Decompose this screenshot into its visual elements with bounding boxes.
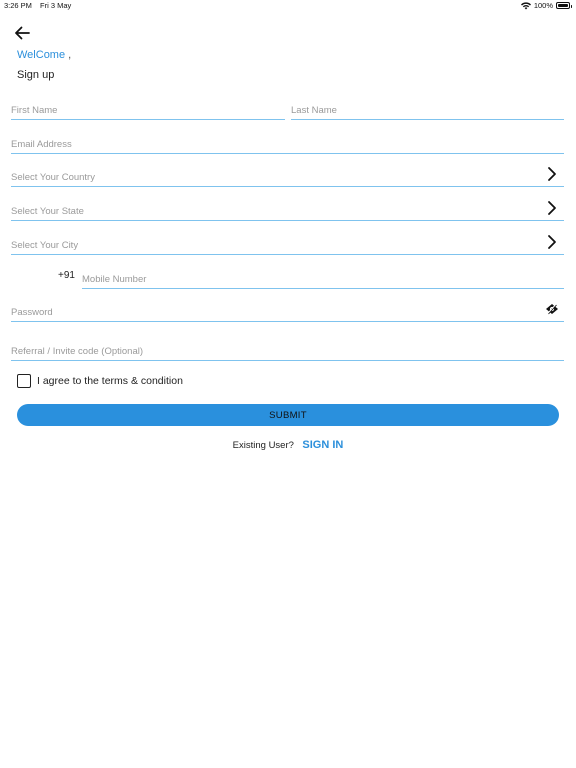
email-field <box>11 134 564 154</box>
battery-icon <box>556 2 572 9</box>
phone-prefix: +91 <box>58 270 75 281</box>
email-input[interactable] <box>11 139 564 150</box>
chevron-right-icon[interactable] <box>546 166 558 182</box>
first-name-input[interactable] <box>11 105 285 116</box>
state-select[interactable] <box>11 206 564 217</box>
status-bar-left: 3:26 PM Fri 3 May <box>4 1 71 10</box>
existing-user-text: Existing User? <box>232 440 294 451</box>
status-bar-right: 100% <box>520 1 572 10</box>
password-input[interactable] <box>11 307 564 318</box>
chevron-right-icon[interactable] <box>546 234 558 250</box>
terms-checkbox[interactable] <box>17 374 31 388</box>
sign-in-link[interactable]: SIGN IN <box>302 439 343 451</box>
welcome-comma: , <box>68 49 72 61</box>
first-name-field <box>11 100 285 120</box>
mobile-field <box>82 268 564 289</box>
last-name-input[interactable] <box>291 105 564 116</box>
city-select[interactable] <box>11 240 564 251</box>
state-field <box>11 198 564 221</box>
welcome-label: WelCome <box>17 49 66 61</box>
referral-input[interactable] <box>11 346 564 357</box>
city-field <box>11 232 564 255</box>
existing-user-row: Existing User? SIGN IN <box>0 435 576 453</box>
chevron-right-icon[interactable] <box>546 200 558 216</box>
password-field <box>11 300 564 322</box>
page-title: Sign up <box>17 69 55 81</box>
submit-button[interactable]: SUBMIT <box>17 404 559 426</box>
country-select[interactable] <box>11 172 564 183</box>
arrow-left-icon[interactable] <box>12 23 32 43</box>
status-date: Fri 3 May <box>40 1 72 10</box>
mobile-input[interactable] <box>82 274 564 285</box>
wifi-icon <box>520 1 531 9</box>
eye-off-icon[interactable] <box>545 303 559 315</box>
welcome-text: WelCome , <box>17 49 71 61</box>
country-field <box>11 164 564 187</box>
battery-percent: 100% <box>533 1 553 10</box>
terms-label: I agree to the terms & condition <box>37 375 183 387</box>
referral-field <box>11 340 564 361</box>
last-name-field <box>291 100 564 120</box>
status-time: 3:26 PM <box>4 1 32 10</box>
